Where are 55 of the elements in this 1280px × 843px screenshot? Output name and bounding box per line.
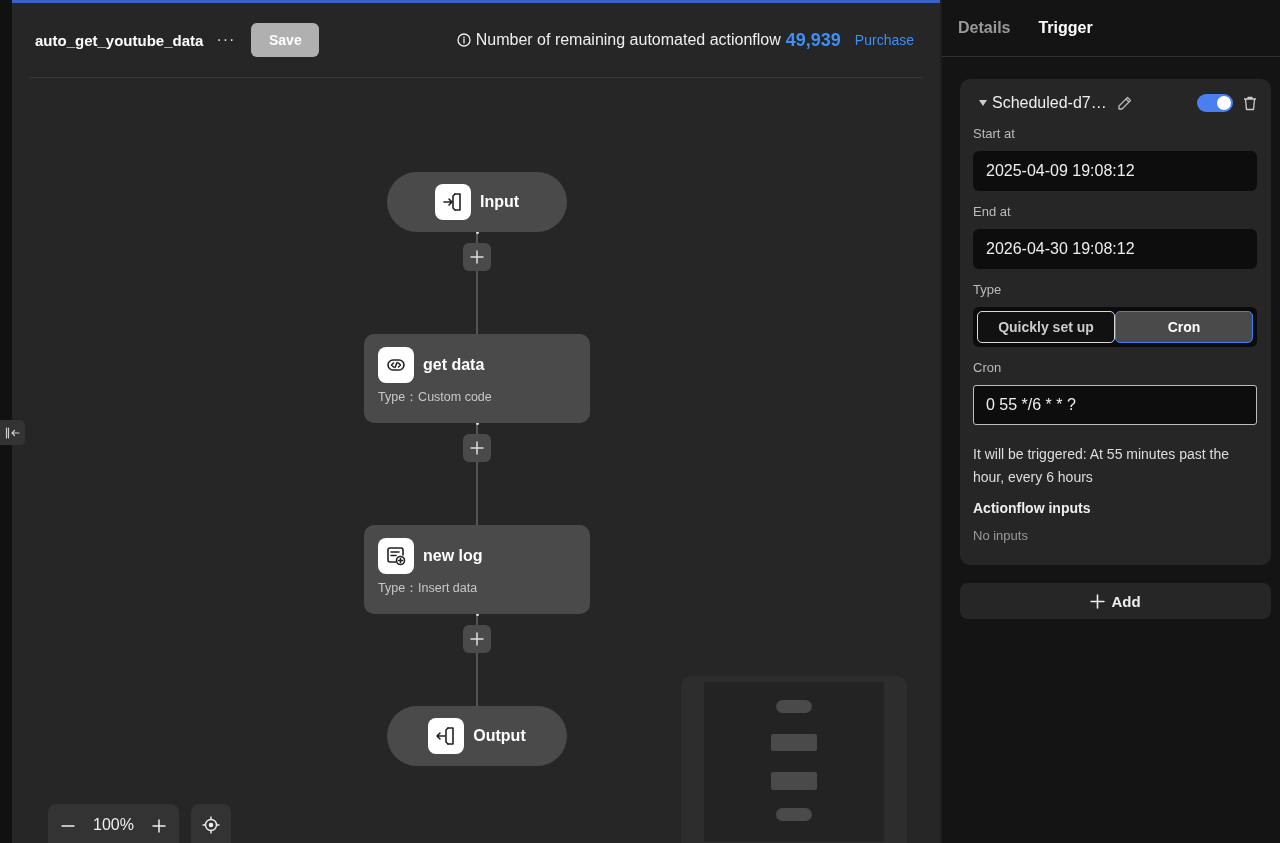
flow-title: auto_get_youtube_data: [35, 31, 204, 49]
enter-door-icon: [441, 191, 464, 213]
section-title: Actionflow inputs: [973, 500, 1092, 516]
type-option[interactable]: Cron: [1115, 311, 1253, 343]
pencil-icon[interactable]: [1116, 95, 1132, 111]
port-dot: [476, 422, 479, 425]
flow-node[interactable]: Input: [387, 172, 567, 232]
trigger-description: It will be triggered: At 55 minutes past the hour, every 6 hours: [973, 445, 1231, 487]
panel-tab[interactable]: Trigger: [1038, 19, 1093, 37]
recenter-button[interactable]: [191, 804, 231, 843]
plus-icon: [470, 441, 484, 455]
empty-message: No inputs: [973, 528, 1029, 543]
quota-label: Number of remaining automated actionflow: [475, 31, 781, 49]
crosshair-icon: [202, 816, 220, 834]
plus-icon: [1090, 593, 1106, 609]
card-plus-icon: [385, 545, 407, 567]
collapse-sidebar-button[interactable]: [0, 420, 25, 445]
flow-node[interactable]: Output: [387, 706, 567, 766]
flow-node[interactable]: get data Type：Custom code: [364, 334, 590, 423]
add-step-button[interactable]: [463, 243, 491, 271]
type-option[interactable]: Quickly set up: [977, 311, 1115, 343]
enable-toggle[interactable]: [1197, 94, 1233, 112]
trash-icon[interactable]: [1243, 95, 1257, 111]
plus-icon: [470, 632, 484, 646]
zoom-level: 100%: [93, 816, 134, 834]
date-field[interactable]: 2026-04-30 19:08:12: [973, 229, 1257, 269]
plus-icon: [470, 250, 484, 264]
flow-node[interactable]: new log Type：Insert data: [364, 525, 590, 614]
collapse-icon: [4, 426, 21, 439]
purchase-link[interactable]: Purchase: [854, 32, 914, 48]
quota-count: 49,939: [785, 29, 841, 51]
trigger-name: Scheduled-d7…: [992, 94, 1107, 112]
field-label: Start at: [973, 126, 1016, 141]
more-button[interactable]: ···: [216, 31, 236, 49]
node-label: Output: [473, 727, 526, 745]
node-label: Input: [479, 193, 520, 211]
node-label: get data: [423, 356, 485, 374]
node-label: new log: [423, 547, 483, 565]
add-step-button[interactable]: [463, 625, 491, 653]
field-label: Type: [973, 282, 1003, 297]
port-dot: [476, 231, 479, 234]
caret-icon[interactable]: [979, 100, 987, 106]
plus-icon: [152, 819, 166, 833]
add-step-button[interactable]: [463, 434, 491, 462]
add-trigger-button[interactable]: Add: [960, 583, 1271, 619]
field-label: Cron: [973, 360, 1003, 375]
node-type: Type：Custom code: [378, 389, 492, 406]
zoom-in-button[interactable]: [149, 816, 169, 836]
panel-tab[interactable]: Details: [958, 19, 1011, 37]
info-icon: [456, 33, 471, 47]
field-label: End at: [973, 204, 1012, 219]
date-field[interactable]: 2025-04-09 19:08:12: [973, 151, 1257, 191]
cron-field[interactable]: 0 55 */6 * * ?: [973, 385, 1257, 425]
port-dot: [476, 613, 479, 616]
node-type: Type：Insert data: [378, 580, 478, 597]
